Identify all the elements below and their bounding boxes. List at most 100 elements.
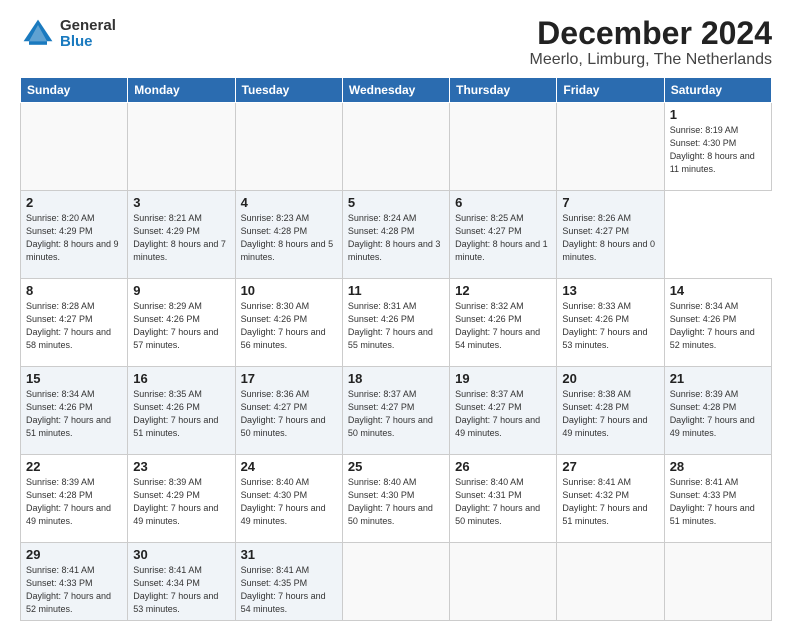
day-number: 12	[455, 283, 551, 298]
table-row: 12 Sunrise: 8:32 AMSunset: 4:26 PMDayligh…	[450, 279, 557, 367]
col-wednesday: Wednesday	[342, 78, 449, 103]
table-row: 13 Sunrise: 8:33 AMSunset: 4:26 PMDayligh…	[557, 279, 664, 367]
table-row	[342, 103, 449, 191]
table-row: 28 Sunrise: 8:41 AMSunset: 4:33 PMDayligh…	[664, 455, 771, 543]
day-number: 18	[348, 371, 444, 386]
col-saturday: Saturday	[664, 78, 771, 103]
col-thursday: Thursday	[450, 78, 557, 103]
day-number: 23	[133, 459, 229, 474]
table-row: 21 Sunrise: 8:39 AMSunset: 4:28 PMDayligh…	[664, 367, 771, 455]
day-number: 8	[26, 283, 122, 298]
day-detail: Sunrise: 8:41 AMSunset: 4:35 PMDaylight:…	[241, 564, 337, 616]
day-number: 6	[455, 195, 551, 210]
day-detail: Sunrise: 8:37 AMSunset: 4:27 PMDaylight:…	[348, 388, 444, 440]
table-row: 27 Sunrise: 8:41 AMSunset: 4:32 PMDayligh…	[557, 455, 664, 543]
table-row: 23 Sunrise: 8:39 AMSunset: 4:29 PMDayligh…	[128, 455, 235, 543]
day-number: 7	[562, 195, 658, 210]
calendar-title: December 2024	[530, 16, 773, 51]
table-row	[342, 543, 449, 621]
table-row: 9 Sunrise: 8:29 AMSunset: 4:26 PMDaylight…	[128, 279, 235, 367]
day-detail: Sunrise: 8:39 AMSunset: 4:28 PMDaylight:…	[26, 476, 122, 528]
table-row: 31 Sunrise: 8:41 AMSunset: 4:35 PMDayligh…	[235, 543, 342, 621]
day-number: 28	[670, 459, 766, 474]
logo-icon	[20, 16, 56, 52]
col-sunday: Sunday	[21, 78, 128, 103]
day-number: 26	[455, 459, 551, 474]
day-number: 11	[348, 283, 444, 298]
table-row	[128, 103, 235, 191]
logo-line1: General	[60, 18, 116, 35]
title-block: December 2024 Meerlo, Limburg, The Nethe…	[530, 16, 773, 69]
day-detail: Sunrise: 8:41 AMSunset: 4:32 PMDaylight:…	[562, 476, 658, 528]
table-row	[557, 543, 664, 621]
day-detail: Sunrise: 8:38 AMSunset: 4:28 PMDaylight:…	[562, 388, 658, 440]
day-number: 2	[26, 195, 122, 210]
day-detail: Sunrise: 8:39 AMSunset: 4:29 PMDaylight:…	[133, 476, 229, 528]
day-number: 22	[26, 459, 122, 474]
day-number: 10	[241, 283, 337, 298]
table-row: 30Sunrise: 8:41 AMSunset: 4:34 PMDayligh…	[128, 543, 235, 621]
logo-text: General Blue	[60, 18, 116, 51]
day-detail: Sunrise: 8:20 AMSunset: 4:29 PMDaylight:…	[26, 212, 122, 264]
table-row: 14Sunrise: 8:34 AMSunset: 4:26 PMDayligh…	[664, 279, 771, 367]
day-number: 27	[562, 459, 658, 474]
day-number: 13	[562, 283, 658, 298]
day-detail: Sunrise: 8:41 AMSunset: 4:33 PMDaylight:…	[26, 564, 122, 616]
table-row: 26Sunrise: 8:40 AMSunset: 4:31 PMDayligh…	[450, 455, 557, 543]
day-detail: Sunrise: 8:41 AMSunset: 4:33 PMDaylight:…	[670, 476, 766, 528]
day-number: 5	[348, 195, 444, 210]
day-number: 15	[26, 371, 122, 386]
day-number: 4	[241, 195, 337, 210]
table-row	[557, 103, 664, 191]
day-detail: Sunrise: 8:35 AMSunset: 4:26 PMDaylight:…	[133, 388, 229, 440]
day-detail: Sunrise: 8:34 AMSunset: 4:26 PMDaylight:…	[670, 300, 766, 352]
table-row: 5 Sunrise: 8:24 AMSunset: 4:28 PMDaylight…	[342, 191, 449, 279]
day-number: 20	[562, 371, 658, 386]
page: General Blue December 2024 Meerlo, Limbu…	[0, 0, 792, 612]
day-detail: Sunrise: 8:40 AMSunset: 4:30 PMDaylight:…	[241, 476, 337, 528]
day-detail: Sunrise: 8:25 AMSunset: 4:27 PMDaylight:…	[455, 212, 551, 264]
table-row	[450, 103, 557, 191]
day-detail: Sunrise: 8:30 AMSunset: 4:26 PMDaylight:…	[241, 300, 337, 352]
table-row	[235, 103, 342, 191]
day-detail: Sunrise: 8:29 AMSunset: 4:26 PMDaylight:…	[133, 300, 229, 352]
calendar-table: Sunday Monday Tuesday Wednesday Thursday…	[20, 77, 772, 621]
table-row: 15 Sunrise: 8:34 AMSunset: 4:26 PMDayligh…	[21, 367, 128, 455]
table-row	[664, 543, 771, 621]
day-detail: Sunrise: 8:34 AMSunset: 4:26 PMDaylight:…	[26, 388, 122, 440]
day-detail: Sunrise: 8:33 AMSunset: 4:26 PMDaylight:…	[562, 300, 658, 352]
table-row: 4Sunrise: 8:23 AMSunset: 4:28 PMDaylight…	[235, 191, 342, 279]
col-friday: Friday	[557, 78, 664, 103]
table-row: 7Sunrise: 8:26 AMSunset: 4:27 PMDaylight…	[557, 191, 664, 279]
day-number: 31	[241, 547, 337, 562]
day-detail: Sunrise: 8:32 AMSunset: 4:26 PMDaylight:…	[455, 300, 551, 352]
table-row	[450, 543, 557, 621]
logo: General Blue	[20, 16, 116, 52]
table-row: 20 Sunrise: 8:38 AMSunset: 4:28 PMDayligh…	[557, 367, 664, 455]
table-row: 8 Sunrise: 8:28 AMSunset: 4:27 PMDaylight…	[21, 279, 128, 367]
table-row: 29 Sunrise: 8:41 AMSunset: 4:33 PMDayligh…	[21, 543, 128, 621]
table-row: 11Sunrise: 8:31 AMSunset: 4:26 PMDayligh…	[342, 279, 449, 367]
day-detail: Sunrise: 8:24 AMSunset: 4:28 PMDaylight:…	[348, 212, 444, 264]
day-detail: Sunrise: 8:28 AMSunset: 4:27 PMDaylight:…	[26, 300, 122, 352]
day-detail: Sunrise: 8:21 AMSunset: 4:29 PMDaylight:…	[133, 212, 229, 264]
day-detail: Sunrise: 8:36 AMSunset: 4:27 PMDaylight:…	[241, 388, 337, 440]
calendar-subtitle: Meerlo, Limburg, The Netherlands	[530, 51, 773, 69]
day-number: 25	[348, 459, 444, 474]
day-number: 9	[133, 283, 229, 298]
table-row: 25Sunrise: 8:40 AMSunset: 4:30 PMDayligh…	[342, 455, 449, 543]
day-detail: Sunrise: 8:39 AMSunset: 4:28 PMDaylight:…	[670, 388, 766, 440]
day-number: 19	[455, 371, 551, 386]
table-row: 16Sunrise: 8:35 AMSunset: 4:26 PMDayligh…	[128, 367, 235, 455]
day-detail: Sunrise: 8:37 AMSunset: 4:27 PMDaylight:…	[455, 388, 551, 440]
calendar-header-row: Sunday Monday Tuesday Wednesday Thursday…	[21, 78, 772, 103]
table-row: 22 Sunrise: 8:39 AMSunset: 4:28 PMDayligh…	[21, 455, 128, 543]
table-row: 18 Sunrise: 8:37 AMSunset: 4:27 PMDayligh…	[342, 367, 449, 455]
day-number: 1	[670, 107, 766, 122]
day-number: 17	[241, 371, 337, 386]
day-number: 29	[26, 547, 122, 562]
day-detail: Sunrise: 8:41 AMSunset: 4:34 PMDaylight:…	[133, 564, 229, 616]
table-row: 17 Sunrise: 8:36 AMSunset: 4:27 PMDayligh…	[235, 367, 342, 455]
table-row: 19 Sunrise: 8:37 AMSunset: 4:27 PMDayligh…	[450, 367, 557, 455]
day-number: 21	[670, 371, 766, 386]
